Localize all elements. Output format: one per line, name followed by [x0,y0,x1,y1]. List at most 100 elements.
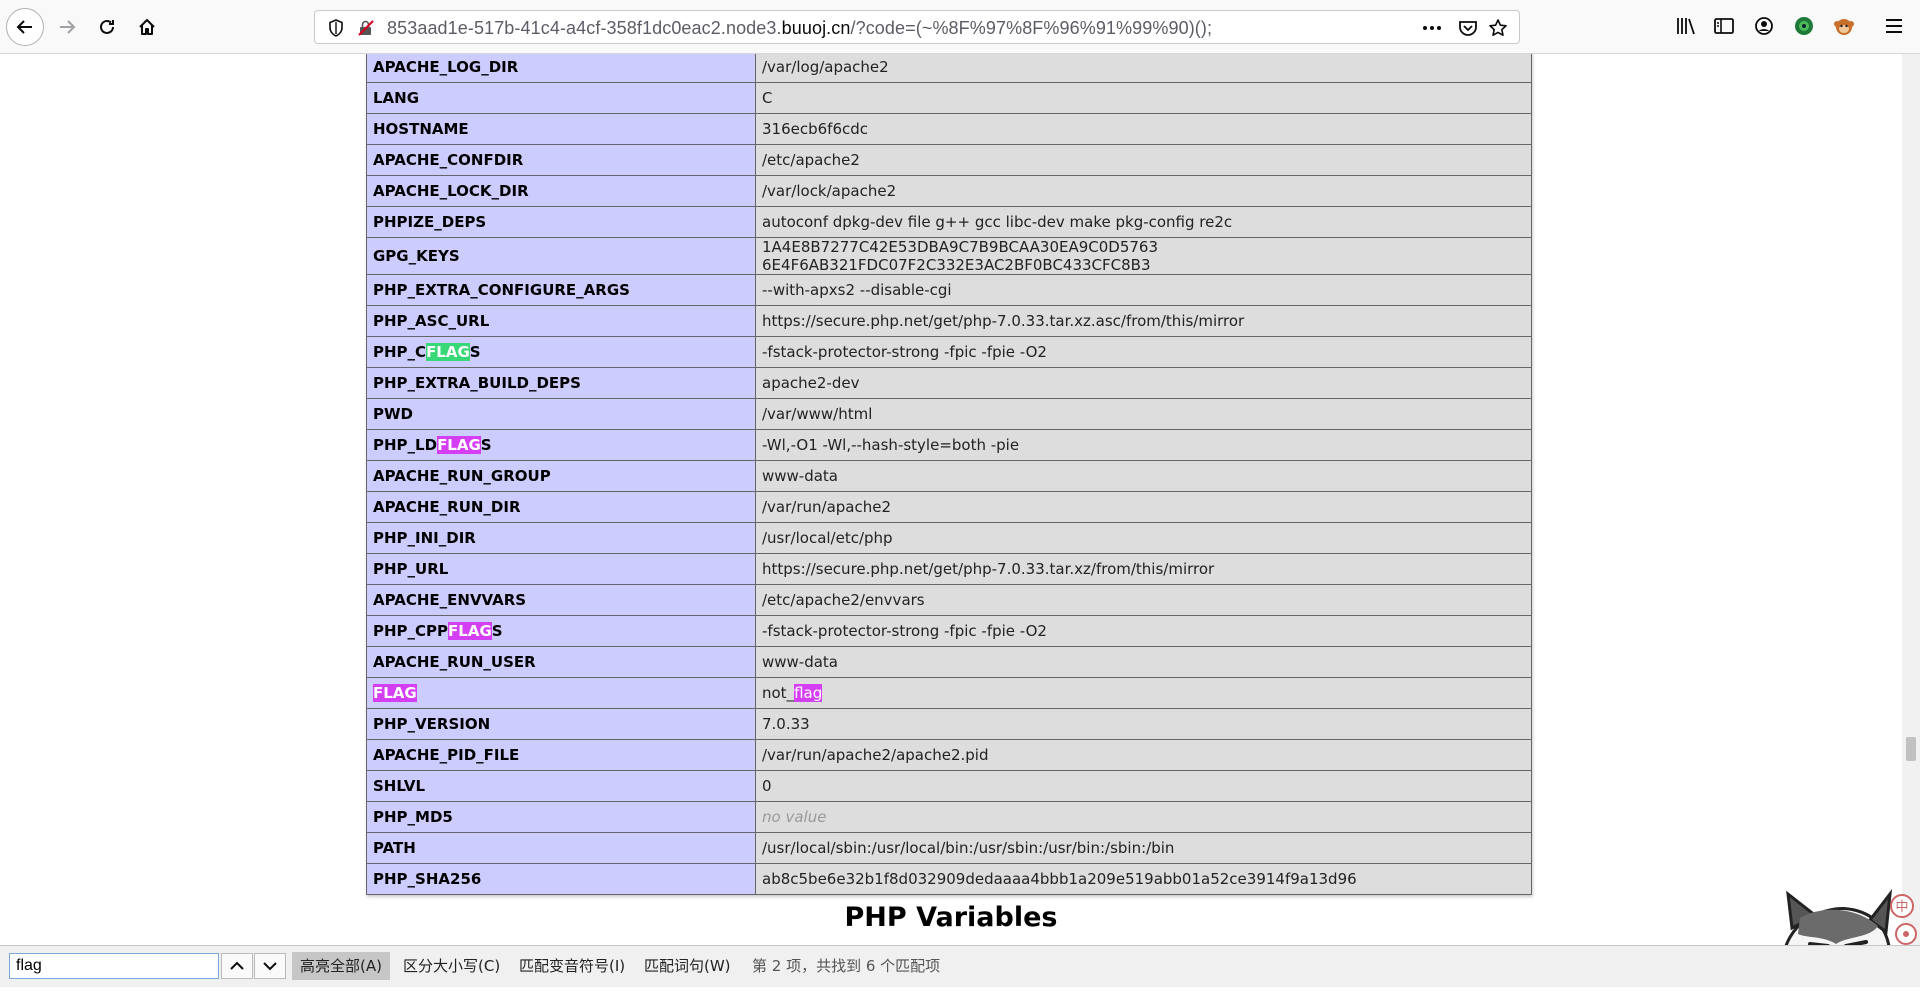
table-row: HOSTNAME 316ecb6f6cdc [366,113,1532,145]
forward-button[interactable] [48,8,86,46]
env-value: https://secure.php.net/get/php-7.0.33.ta… [755,305,1532,337]
table-row: APACHE_ENVVARS/etc/apache2/envvars [366,584,1532,616]
env-key: LANG [366,82,756,114]
find-next-button[interactable] [254,953,286,979]
env-key-text: S [480,436,492,454]
env-value: no value [755,801,1532,833]
match-case-toggle[interactable]: 区分大小写(C) [395,952,508,980]
find-input[interactable] [9,953,219,979]
table-row: PATH/usr/local/sbin:/usr/local/bin:/usr/… [366,832,1532,864]
find-status: 第 2 项，共找到 6 个匹配项 [752,957,941,975]
home-icon [139,19,155,35]
env-value: -Wl,-O1 -Wl,--hash-style=both -pie [755,429,1532,461]
env-value: 0 [755,770,1532,802]
table-row: PHP_EXTRA_BUILD_DEPS apache2-dev [366,367,1532,399]
find-previous-button[interactable] [221,953,253,979]
menu-hamburger-icon[interactable] [1882,14,1906,38]
env-key: APACHE_ENVVARS [366,584,756,616]
address-bar[interactable]: 853aad1e-517b-41c4-a4cf-358f1dc0eac2.nod… [314,10,1520,44]
table-row: PHP_VERSION 7.0.33 [366,708,1532,740]
env-value: C [755,82,1532,114]
env-key: APACHE_LOCK_DIR [366,175,756,207]
env-value: autoconf dpkg-dev file g++ gcc libc-dev … [755,206,1532,238]
env-key: FLAG [366,677,756,709]
tracking-protection-icon[interactable] [325,17,347,39]
page-actions-icon[interactable] [1421,17,1443,39]
arrow-right-icon [60,20,76,34]
reload-button[interactable] [88,8,126,46]
env-value: /usr/local/etc/php [755,522,1532,554]
env-value: www-data [755,460,1532,492]
table-row: PHP_URL https://secure.php.net/get/php-7.… [366,553,1532,585]
sidebar-icon[interactable] [1712,14,1736,38]
env-value: /var/lock/apache2 [755,175,1532,207]
find-match-highlight: FLAG [426,343,470,361]
table-row: PHP_CFLAGS -fstack-protector-strong -fpic… [366,336,1532,368]
env-key-text: S [469,343,481,361]
home-button[interactable] [128,8,166,46]
env-key: PHP_INI_DIR [366,522,756,554]
scrollbar-thumb[interactable] [1906,737,1916,761]
url-text[interactable]: 853aad1e-517b-41c4-a4cf-358f1dc0eac2.nod… [387,18,1212,39]
library-icon[interactable] [1674,14,1698,38]
extension-monkey-icon[interactable] [1832,14,1856,38]
table-row: PHP_CPPFLAGS -fstack-protector-strong -fp… [366,615,1532,647]
env-value: /etc/apache2/envvars [755,584,1532,616]
no-value-text: no value [762,808,827,826]
table-row: GPG_KEYS 1A4E8B7277C42E53DBA9C7B9BCAA30EA… [366,237,1532,275]
find-bar: 高亮全部(A) 区分大小写(C) 匹配变音符号(I) 匹配词句(W) 第 2 项… [0,945,1920,987]
scrollbar[interactable] [1902,54,1920,945]
whole-words-toggle[interactable]: 匹配词句(W) [636,952,739,980]
env-key: PHP_SHA256 [366,863,756,895]
env-key: APACHE_RUN_USER [366,646,756,678]
env-value: /var/run/apache2 [755,491,1532,523]
chevron-up-icon [230,961,244,970]
find-match-highlight: FLAG [437,436,481,454]
environment-table: APACHE_LOG_DIR/var/log/apache2 LANG C HOSTN… [366,54,1532,895]
table-row: APACHE_LOCK_DIR/var/lock/apache2 [366,175,1532,207]
env-key: PATH [366,832,756,864]
env-key: APACHE_CONFDIR [366,144,756,176]
env-value: -fstack-protector-strong -fpic -fpie -O2 [755,615,1532,647]
env-value: /var/log/apache2 [755,54,1532,83]
find-match-highlight: FLAG [373,684,417,702]
table-row: LANG C [366,82,1532,114]
bookmark-star-icon[interactable] [1487,17,1509,39]
env-key: APACHE_RUN_GROUP [366,460,756,492]
highlight-all-toggle[interactable]: 高亮全部(A) [292,952,390,980]
back-button[interactable] [6,8,44,46]
find-match-highlight: FLAG [448,622,492,640]
table-row: PHP_MD5 no value [366,801,1532,833]
env-key: PHPIZE_DEPS [366,206,756,238]
env-key: APACHE_RUN_DIR [366,491,756,523]
extension-green-icon[interactable] [1792,14,1816,38]
env-key: PHP_EXTRA_BUILD_DEPS [366,367,756,399]
env-key: PHP_ASC_URL [366,305,756,337]
env-value: 7.0.33 [755,708,1532,740]
env-key: PHP_LDFLAGS [366,429,756,461]
table-row: APACHE_LOG_DIR/var/log/apache2 [366,54,1532,83]
env-value: www-data [755,646,1532,678]
env-key-text: PHP_C [373,343,427,361]
env-key: HOSTNAME [366,113,756,145]
env-key: PHP_MD5 [366,801,756,833]
page-content: APACHE_LOG_DIR/var/log/apache2 LANG C HOSTN… [0,54,1902,945]
table-row: SHLVL 0 [366,770,1532,802]
insecure-connection-icon[interactable] [355,17,377,39]
env-key: PHP_URL [366,553,756,585]
table-row: APACHE_RUN_USER www-data [366,646,1532,678]
match-diacritics-toggle[interactable]: 匹配变音符号(I) [511,952,633,980]
chevron-down-icon [263,962,277,971]
reload-icon [100,19,114,34]
table-row: PWD/var/www/html [366,398,1532,430]
env-key: PWD [366,398,756,430]
env-value: /var/run/apache2/apache2.pid [755,739,1532,771]
section-title: PHP Variables [844,902,1058,933]
account-icon[interactable] [1752,14,1776,38]
table-row: APACHE_PID_FILE/var/run/apache2/apache2.… [366,739,1532,771]
env-key: PHP_CFLAGS [366,336,756,368]
env-key-text: S [491,622,503,640]
svg-text:中: 中 [1895,900,1908,915]
env-value: 1A4E8B7277C42E53DBA9C7B9BCAA30EA9C0D5763… [755,237,1532,275]
pocket-icon[interactable] [1457,17,1479,39]
